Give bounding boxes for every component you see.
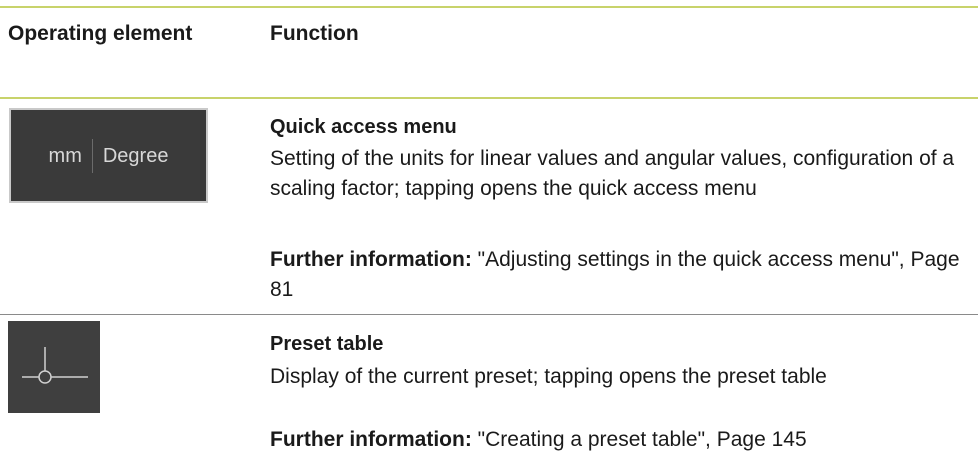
header-rule xyxy=(0,97,978,99)
further-information-quick-access-menu: Further information: "Adjusting settings… xyxy=(270,245,970,305)
unit-separator xyxy=(91,138,93,173)
unit-angular-label: Degree xyxy=(102,144,169,167)
further-information-link[interactable]: "Creating a preset table", Page 145 xyxy=(472,428,807,451)
unit-linear-label: mm xyxy=(48,144,82,167)
further-information-label: Further information: xyxy=(270,248,472,271)
row-divider xyxy=(0,314,978,315)
row-description-quick-access-menu: Setting of the units for linear values a… xyxy=(270,147,955,200)
row-description-preset-table: Display of the current preset; tapping o… xyxy=(270,365,827,388)
table-top-rule xyxy=(0,6,978,8)
further-information-preset-table: Further information: "Creating a preset … xyxy=(270,425,970,455)
row-title-preset-table: Preset table xyxy=(270,333,384,355)
preset-crosshair-icon[interactable] xyxy=(8,321,100,413)
row-title-quick-access-menu: Quick access menu xyxy=(270,116,457,138)
column-header-operating-element: Operating element xyxy=(8,22,193,45)
column-header-function: Function xyxy=(270,22,359,45)
units-display-icon[interactable]: mm Degree xyxy=(9,108,208,203)
crosshair-svg xyxy=(22,347,88,384)
further-information-label: Further information: xyxy=(270,428,472,451)
operating-elements-table: Operating element Function mm Degree Qui… xyxy=(0,0,978,459)
